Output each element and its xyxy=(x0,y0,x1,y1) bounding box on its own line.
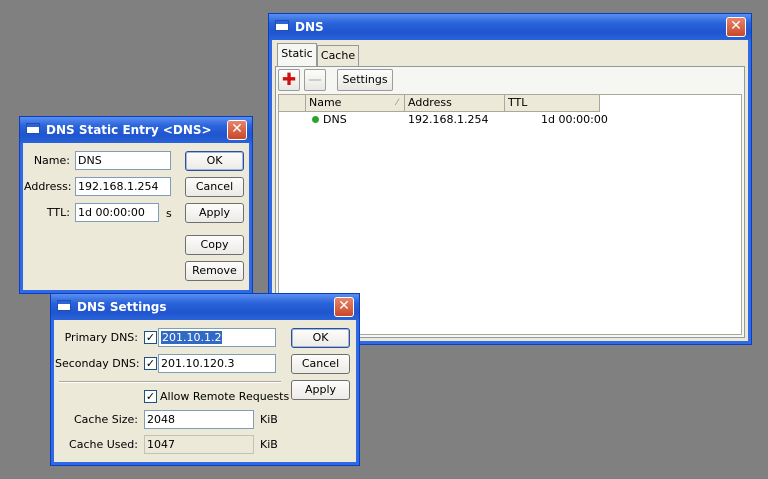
status-dot-icon xyxy=(312,116,319,123)
column-header-name[interactable]: Name ⁄ xyxy=(306,95,405,112)
cache-used-label: Cache Used: xyxy=(69,438,138,451)
ttl-label: TTL: xyxy=(46,206,70,219)
address-field[interactable]: 192.168.1.254 xyxy=(75,177,171,196)
address-label: Address: xyxy=(24,180,72,193)
tab-static[interactable]: Static xyxy=(277,43,317,66)
remove-button[interactable]: — xyxy=(304,69,326,91)
ok-button[interactable]: OK xyxy=(185,151,244,171)
column-header-address[interactable]: Address xyxy=(405,95,505,112)
close-icon[interactable]: ✕ xyxy=(227,120,247,140)
primary-dns-field[interactable]: 201.10.1.2 xyxy=(158,328,276,347)
allow-remote-checkbox[interactable]: ✓ xyxy=(144,390,157,403)
sort-icon: ⁄ xyxy=(396,98,398,108)
secondary-dns-checkbox[interactable]: ✓ xyxy=(144,357,157,370)
name-field[interactable]: DNS xyxy=(75,151,171,170)
allow-remote-label[interactable]: Allow Remote Requests xyxy=(160,390,289,403)
close-icon[interactable]: ✕ xyxy=(726,17,746,37)
settings-button[interactable]: Settings xyxy=(337,69,393,91)
primary-dns-checkbox[interactable]: ✓ xyxy=(144,331,157,344)
add-button[interactable]: ✚ xyxy=(278,69,300,91)
cancel-button[interactable]: Cancel xyxy=(185,177,244,197)
apply-button[interactable]: Apply xyxy=(291,380,350,400)
cache-used-unit: KiB xyxy=(260,438,278,451)
dns-settings-titlebar[interactable]: DNS Settings ✕ xyxy=(51,294,359,320)
minus-icon: — xyxy=(308,72,322,88)
cache-used-field: 1047 xyxy=(144,435,254,454)
apply-button[interactable]: Apply xyxy=(185,203,244,223)
column-header-name-label: Name xyxy=(309,96,342,109)
plus-icon: ✚ xyxy=(281,70,297,90)
window-icon xyxy=(57,300,71,311)
secondary-dns-label: Seconday DNS: xyxy=(55,357,140,370)
divider xyxy=(59,381,281,383)
dns-window-titlebar[interactable]: DNS ✕ xyxy=(269,14,751,40)
cache-size-unit: KiB xyxy=(260,413,278,426)
column-header-ttl[interactable]: TTL xyxy=(505,95,600,112)
remove-button[interactable]: Remove xyxy=(185,261,244,281)
ttl-field[interactable]: 1d 00:00:00 xyxy=(75,203,159,222)
name-label: Name: xyxy=(33,154,70,167)
static-entry-window: DNS Static Entry <DNS> ✕ Name: DNS Addre… xyxy=(19,116,253,294)
close-icon[interactable]: ✕ xyxy=(334,297,354,317)
tab-cache[interactable]: Cache xyxy=(317,45,359,66)
cell-address: 192.168.1.254 xyxy=(408,113,489,126)
ttl-unit-label: s xyxy=(166,207,172,220)
dns-window-title: DNS xyxy=(295,20,324,34)
primary-dns-label: Primary DNS: xyxy=(64,331,138,344)
static-entry-title: DNS Static Entry <DNS> xyxy=(46,123,212,137)
cell-name: DNS xyxy=(323,113,347,126)
cache-size-label: Cache Size: xyxy=(74,413,138,426)
window-icon xyxy=(26,123,40,134)
primary-dns-value: 201.10.1.2 xyxy=(161,331,223,344)
copy-button[interactable]: Copy xyxy=(185,235,244,255)
dns-settings-title: DNS Settings xyxy=(77,300,167,314)
column-spacer xyxy=(279,95,306,112)
static-entry-titlebar[interactable]: DNS Static Entry <DNS> ✕ xyxy=(20,117,252,143)
window-icon xyxy=(275,20,289,31)
ok-button[interactable]: OK xyxy=(291,328,350,348)
secondary-dns-field[interactable]: 201.10.120.3 xyxy=(158,354,276,373)
cancel-button[interactable]: Cancel xyxy=(291,354,350,374)
cache-size-field[interactable]: 2048 xyxy=(144,410,254,429)
dns-settings-window: DNS Settings ✕ Primary DNS: ✓ 201.10.1.2… xyxy=(50,293,360,466)
cell-ttl: 1d 00:00:00 xyxy=(541,113,608,126)
table-row[interactable]: DNS 192.168.1.254 1d 00:00:00 xyxy=(279,112,608,127)
